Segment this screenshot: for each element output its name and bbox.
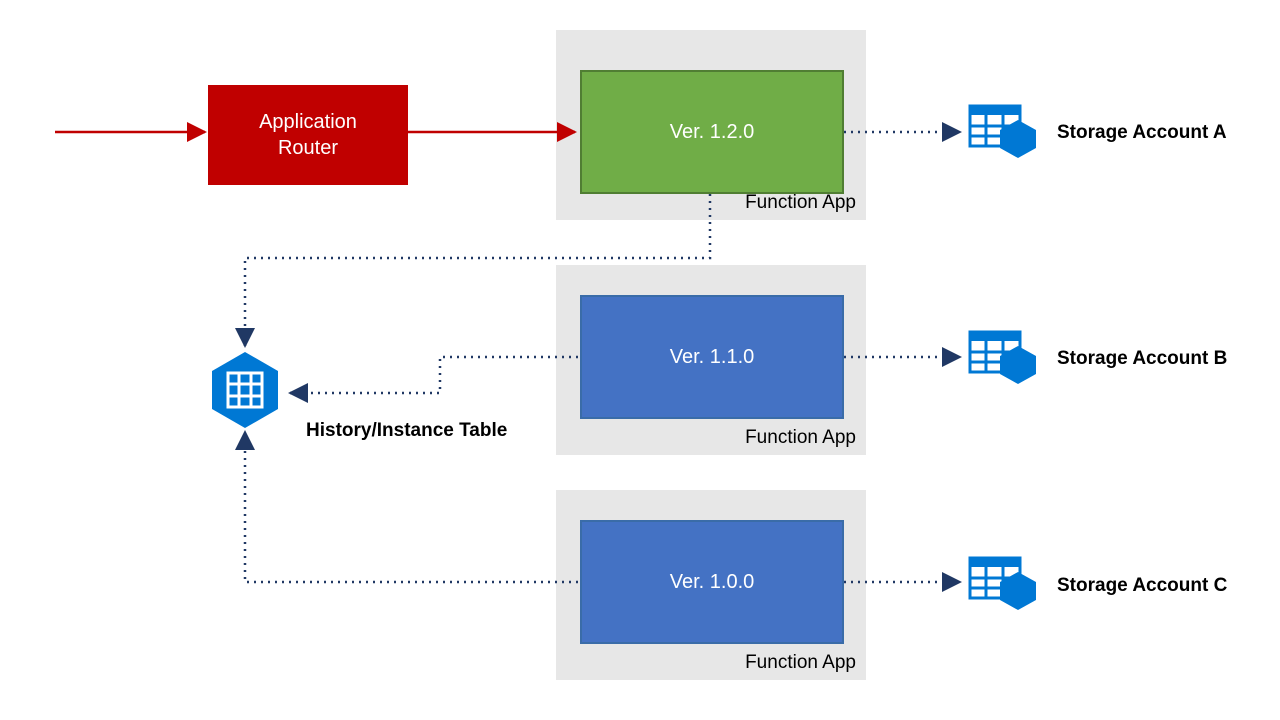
arrow-v120-to-history (245, 194, 710, 346)
storage-account-b-icon (970, 332, 1036, 384)
storage-account-c-icon (970, 558, 1036, 610)
diagram-svg (0, 0, 1280, 720)
arrow-v100-to-history (245, 432, 578, 582)
arrow-v110-to-history (290, 357, 578, 393)
storage-table-icon (212, 352, 278, 428)
storage-account-a-icon (970, 106, 1036, 158)
